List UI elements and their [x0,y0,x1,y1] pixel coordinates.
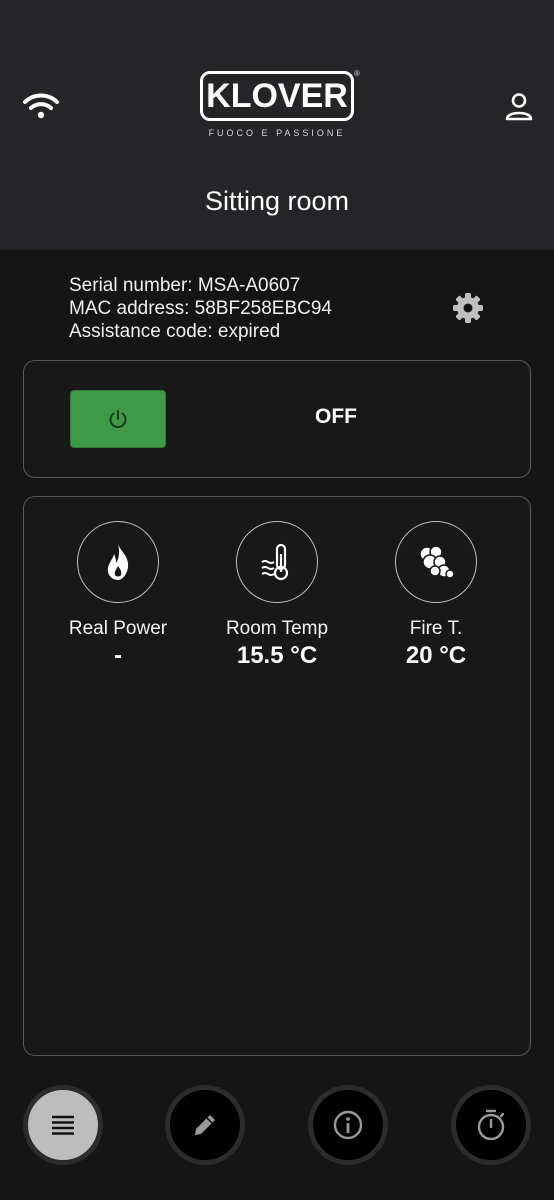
stat-label: Room Temp [225,618,329,639]
serial-number: Serial number: MSA-A0607 [69,275,301,296]
stat-fire-temp: Fire T. 20 °C [356,521,516,670]
mac-address: MAC address: 58BF258EBC94 [69,298,332,319]
assistance-code: Assistance code: expired [69,321,281,342]
thermometer-icon [261,543,289,581]
smoke-icon [419,545,455,579]
header: KLOVER ® FUOCO E PASSIONE Sitting room [0,0,554,250]
pencil-icon [195,1115,215,1135]
power-status: OFF [315,405,357,428]
stat-icon-circle [395,521,477,603]
nav-edit-button[interactable] [165,1085,245,1165]
info-icon [333,1110,363,1140]
brand-logo: KLOVER ® FUOCO E PASSIONE [200,69,360,141]
wifi-icon[interactable] [22,90,60,122]
room-title: Sitting room [204,186,350,216]
stat-real-power: Real Power - [38,521,198,670]
power-icon [109,410,127,428]
app-root: KLOVER ® FUOCO E PASSIONE Sitting room S… [0,0,554,1200]
power-card: OFF [23,360,531,478]
user-icon[interactable] [502,92,536,122]
nav-overview-button[interactable] [23,1085,103,1165]
nav-timer-button[interactable] [451,1085,531,1165]
logo-wordmark: KLOVER [206,77,348,115]
stat-value: - [114,642,122,669]
logo-registered-mark: ® [354,69,360,78]
flame-icon [107,544,129,580]
stat-label: Real Power [68,618,168,639]
stats-card: Real Power - Room Temp 15.5 °C Fire T. 2… [23,496,531,1056]
device-info: Serial number: MSA-A0607 MAC address: 58… [69,274,409,343]
stopwatch-icon [477,1109,505,1141]
nav-info-button[interactable] [308,1085,388,1165]
gear-icon[interactable] [451,291,485,325]
stat-value: 20 °C [405,642,467,669]
power-button[interactable] [70,390,166,448]
logo-box: KLOVER [200,71,354,121]
stat-icon-circle [77,521,159,603]
list-icon [52,1115,74,1135]
stat-room-temp: Room Temp 15.5 °C [197,521,357,670]
stat-value: 15.5 °C [236,642,318,669]
stat-label: Fire T. [409,618,463,639]
logo-tagline: FUOCO E PASSIONE [208,128,346,138]
stat-icon-circle [236,521,318,603]
